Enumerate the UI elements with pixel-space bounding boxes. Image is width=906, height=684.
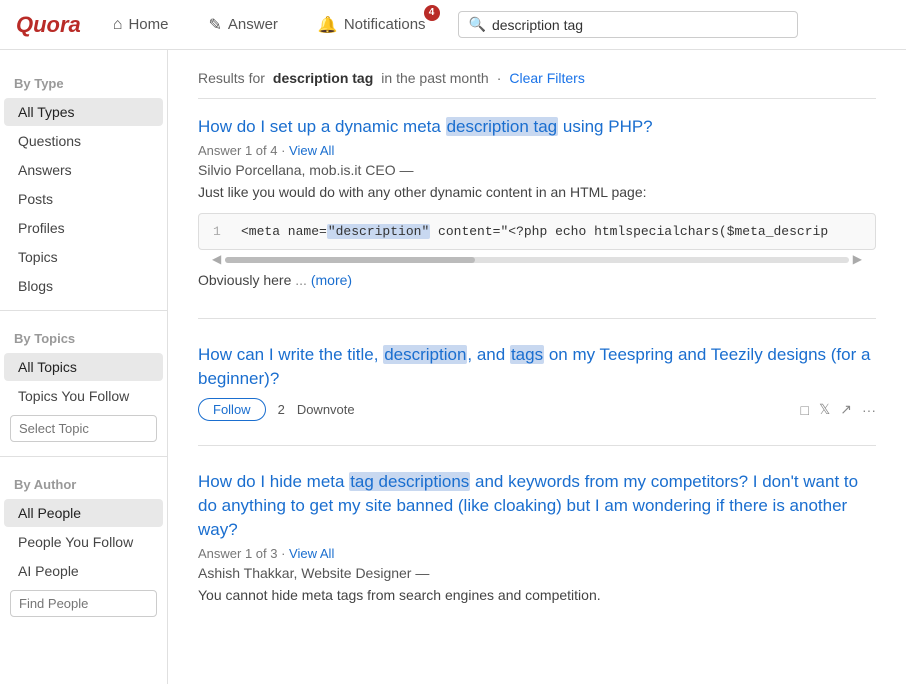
sidebar-item-people-you-follow[interactable]: People You Follow xyxy=(4,528,163,556)
sidebar-item-topics[interactable]: Topics xyxy=(4,243,163,271)
code-block-1: 1 <meta name="description" content="<?ph… xyxy=(198,213,876,250)
nav-home-label: Home xyxy=(128,16,168,33)
code-line-number: 1 xyxy=(213,224,229,239)
scroll-right-icon: ▶ xyxy=(853,252,862,266)
result-author-3: Ashish Thakkar, Website Designer — xyxy=(198,565,876,581)
by-type-title: By Type xyxy=(0,66,167,97)
result-meta-3: Answer 1 of 3 · View All xyxy=(198,546,876,561)
ellipsis-1: ... xyxy=(295,272,307,288)
more-text-1: Obviously here ... (more) xyxy=(198,272,876,288)
more-icon[interactable]: ··· xyxy=(862,402,876,418)
facebook-icon[interactable]: □ xyxy=(801,402,809,418)
code-scrollbar[interactable] xyxy=(225,257,849,263)
action-bar-2: Follow 2 Downvote □ 𝕏 ↗ ··· xyxy=(198,398,876,421)
results-suffix: in the past month xyxy=(381,70,488,86)
results-separator: · xyxy=(497,70,502,86)
by-topics-title: By Topics xyxy=(0,321,167,352)
sidebar-item-all-types[interactable]: All Types xyxy=(4,98,163,126)
bell-icon: 🔔 xyxy=(318,15,338,35)
highlight-2b: tags xyxy=(510,345,544,364)
result-description-3: You cannot hide meta tags from search en… xyxy=(198,585,876,606)
code-scroll-thumb xyxy=(225,257,474,263)
home-icon: ⌂ xyxy=(113,16,123,34)
sidebar-item-posts[interactable]: Posts xyxy=(4,185,163,213)
result-description-1: Just like you would do with any other dy… xyxy=(198,182,876,203)
result-title-1[interactable]: How do I set up a dynamic meta descripti… xyxy=(198,115,876,139)
nav-notifications[interactable]: 🔔 Notifications 4 xyxy=(310,11,434,39)
by-author-title: By Author xyxy=(0,467,167,498)
edit-icon: ✎ xyxy=(208,15,221,35)
result-meta-1: Answer 1 of 4 · View All xyxy=(198,143,876,158)
main-content: Results for description tag in the past … xyxy=(168,50,906,684)
nav-answer-label: Answer xyxy=(228,16,278,33)
view-all-1[interactable]: View All xyxy=(289,143,334,158)
header: Quora ⌂ Home ✎ Answer 🔔 Notifications 4 … xyxy=(0,0,906,50)
search-icon: 🔍 xyxy=(469,16,486,33)
highlight-1: description tag xyxy=(446,117,559,136)
twitter-icon[interactable]: 𝕏 xyxy=(819,401,830,418)
code-content-1: <meta name="description" content="<?php … xyxy=(241,224,828,239)
highlight-3b: tags xyxy=(337,587,363,603)
highlight-3: tag descriptions xyxy=(349,472,470,491)
sidebar-item-ai-people[interactable]: AI People xyxy=(4,557,163,585)
follow-button-2[interactable]: Follow xyxy=(198,398,266,421)
sidebar: By Type All Types Questions Answers Post… xyxy=(0,50,168,684)
sidebar-item-profiles[interactable]: Profiles xyxy=(4,214,163,242)
notification-badge: 4 xyxy=(424,5,440,21)
find-people-input[interactable] xyxy=(10,590,157,617)
result-card-2: How can I write the title, description, … xyxy=(198,343,876,447)
result-title-3[interactable]: How do I hide meta tag descriptions and … xyxy=(198,470,876,541)
clear-filters-link[interactable]: Clear Filters xyxy=(509,70,584,86)
divider-1 xyxy=(0,310,167,311)
highlight-2a: description xyxy=(383,345,467,364)
sidebar-item-topics-you-follow[interactable]: Topics You Follow xyxy=(4,382,163,410)
content-area: By Type All Types Questions Answers Post… xyxy=(0,50,906,684)
nav-answer[interactable]: ✎ Answer xyxy=(200,11,285,39)
nav-home[interactable]: ⌂ Home xyxy=(105,12,177,38)
downvote-button-2[interactable]: Downvote xyxy=(297,402,355,417)
result-card-1: How do I set up a dynamic meta descripti… xyxy=(198,115,876,319)
sidebar-item-blogs[interactable]: Blogs xyxy=(4,272,163,300)
result-card-3: How do I hide meta tag descriptions and … xyxy=(198,470,876,639)
sidebar-item-all-topics[interactable]: All Topics xyxy=(4,353,163,381)
share-icon[interactable]: ↗ xyxy=(840,401,852,418)
nav-notifications-label: Notifications xyxy=(344,16,426,33)
search-input[interactable] xyxy=(492,17,787,33)
sidebar-item-all-people[interactable]: All People xyxy=(4,499,163,527)
social-icons-2: □ 𝕏 ↗ ··· xyxy=(801,401,876,418)
more-link-1[interactable]: (more) xyxy=(311,272,352,288)
sidebar-item-questions[interactable]: Questions xyxy=(4,127,163,155)
scroll-left-icon: ◀ xyxy=(212,252,221,266)
logo[interactable]: Quora xyxy=(16,12,81,38)
results-header: Results for description tag in the past … xyxy=(198,70,876,99)
follow-count-2: 2 xyxy=(278,402,285,417)
result-author-1: Silvio Porcellana, mob.is.it CEO — xyxy=(198,162,876,178)
divider-2 xyxy=(0,456,167,457)
results-prefix: Results for xyxy=(198,70,265,86)
view-all-3[interactable]: View All xyxy=(289,546,334,561)
search-bar[interactable]: 🔍 xyxy=(458,11,798,38)
result-title-2[interactable]: How can I write the title, description, … xyxy=(198,343,876,391)
results-query: description tag xyxy=(273,70,373,86)
sidebar-item-answers[interactable]: Answers xyxy=(4,156,163,184)
select-topic-input[interactable] xyxy=(10,415,157,442)
